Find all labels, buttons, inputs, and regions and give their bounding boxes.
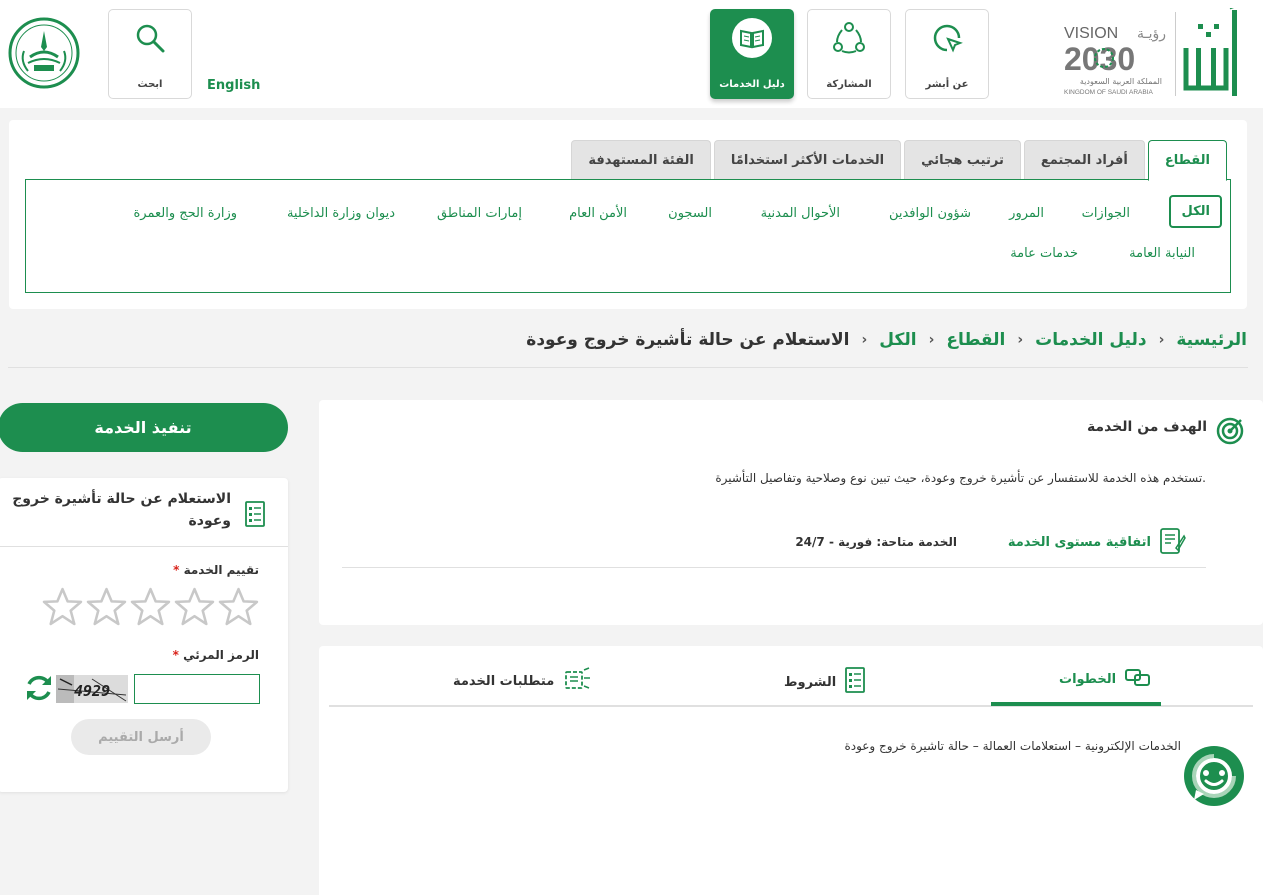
captcha-image: 4929 (56, 675, 128, 703)
svg-text:VISION: VISION (1064, 25, 1118, 42)
active-tab-indicator (991, 702, 1161, 706)
svg-text:رؤيـة: رؤيـة (1137, 26, 1166, 42)
star-icon[interactable] (174, 586, 215, 627)
captcha-label-text: الرمز المرئي (183, 648, 259, 662)
search-tile-button[interactable]: ابحث (108, 9, 192, 99)
category-tabs: القطاع أفراد المجتمع ترتيب هجائي الخدمات… (571, 140, 1227, 181)
tab-community-members[interactable]: أفراد المجتمع (1023, 140, 1145, 180)
refresh-captcha-icon[interactable] (24, 672, 54, 708)
category-regional-emirates[interactable]: إمارات المناطق (437, 206, 522, 221)
star-icon[interactable] (42, 586, 83, 627)
required-mark: * (172, 648, 179, 662)
star-icon[interactable] (130, 586, 171, 627)
search-tile-label: ابحث (137, 79, 163, 90)
book-icon (711, 18, 793, 58)
breadcrumb-divider (8, 367, 1248, 368)
pointer-icon (906, 18, 988, 58)
category-passports[interactable]: الجوازات (1082, 206, 1130, 221)
target-icon (1215, 416, 1245, 450)
category-panel: القطاع أفراد المجتمع ترتيب هجائي الخدمات… (9, 120, 1247, 309)
services-guide-tile-label: دليل الخدمات (719, 79, 785, 90)
svg-text:2030: 2030 (1064, 41, 1135, 77)
rating-label-text: تقييم الخدمة (183, 563, 259, 577)
breadcrumb-services-guide[interactable]: دليل الخدمات (1035, 330, 1146, 350)
tab-sector[interactable]: القطاع (1147, 140, 1227, 181)
category-civil-affairs[interactable]: الأحوال المدنية (761, 206, 840, 221)
absher-logo[interactable] (1176, 2, 1242, 100)
send-rating-button[interactable]: أرسل التقييم (71, 719, 211, 755)
availability-text: الخدمة متاحة: فورية - 24/7 (795, 535, 957, 549)
goal-divider (342, 567, 1206, 568)
sla-document-icon (1158, 526, 1186, 560)
about-absher-tile-label: عن أبشر (925, 79, 969, 90)
category-moi-diwan[interactable]: ديوان وزارة الداخلية (287, 206, 395, 221)
requirements-icon (562, 666, 592, 696)
category-traffic[interactable]: المرور (1009, 206, 1044, 221)
english-language-link[interactable]: English (207, 78, 260, 93)
breadcrumb-sector[interactable]: القطاع (946, 330, 1005, 350)
rating-card-title: الاستعلام عن حالة تأشيرة خروج وعودة (12, 491, 231, 529)
tab-most-used[interactable]: الخدمات الأكثر استخدامًا (713, 140, 902, 180)
steps-content: الخدمات الإلكترونية – استعلامات العمالة … (844, 739, 1181, 753)
star-rating[interactable] (42, 586, 259, 627)
top-header: ابحث English دليل الخدمات المشاركة عن أب… (0, 0, 1263, 108)
vision-2030-logo: VISION رؤيـة 2030 المملكة العربية السعود… (1062, 16, 1172, 98)
category-prisons[interactable]: السجون (668, 206, 712, 221)
checklist-icon (244, 500, 266, 532)
captcha-label: الرمز المرئي * (173, 648, 259, 662)
participation-tile-button[interactable]: المشاركة (807, 9, 891, 99)
svg-text:المملكة العربية السعودية: المملكة العربية السعودية (1080, 77, 1162, 86)
tab-conditions[interactable]: الشروط (784, 666, 866, 698)
tab-alphabetical[interactable]: ترتيب هجائي (904, 140, 1021, 180)
svg-text:KINGDOM OF SAUDI ARABIA: KINGDOM OF SAUDI ARABIA (1064, 89, 1154, 96)
category-public-prosecution[interactable]: النيابة العامة (1129, 246, 1195, 261)
star-icon[interactable] (86, 586, 127, 627)
goal-description: تستخدم هذه الخدمة للاستفسار عن تأشيرة خر… (715, 471, 1206, 485)
star-icon[interactable] (218, 586, 259, 627)
tab-requirements-label: متطلبات الخدمة (453, 673, 555, 689)
breadcrumb-separator: › (928, 332, 935, 348)
tab-conditions-label: الشروط (784, 674, 837, 690)
steps-icon (1124, 666, 1152, 692)
service-details-card: الخطوات الشروط متطلبات الخدمة الخدمات ال… (319, 646, 1263, 895)
breadcrumb: الرئيسية › دليل الخدمات › القطاع › الكل … (526, 330, 1247, 350)
breadcrumb-home[interactable]: الرئيسية (1176, 330, 1247, 350)
breadcrumb-current: الاستعلام عن حالة تأشيرة خروج وعودة (526, 330, 850, 350)
ministry-emblem-logo[interactable] (8, 17, 80, 89)
svg-text:4929: 4929 (74, 682, 110, 700)
breadcrumb-separator: › (1158, 332, 1165, 348)
tab-steps[interactable]: الخطوات (1059, 666, 1152, 692)
chatbot-icon (1185, 747, 1243, 805)
rating-card-divider (0, 546, 288, 547)
breadcrumb-separator: › (861, 332, 868, 348)
services-guide-tile-button[interactable]: دليل الخدمات (710, 9, 794, 99)
participation-tile-label: المشاركة (826, 79, 872, 90)
tab-steps-label: الخطوات (1059, 671, 1117, 687)
chatbot-button[interactable] (1184, 746, 1244, 806)
category-expatriates[interactable]: شؤون الوافدين (889, 206, 971, 221)
required-mark: * (173, 563, 180, 577)
participation-icon (808, 18, 890, 58)
execute-service-button[interactable]: تنفيذ الخدمة (0, 403, 288, 452)
breadcrumb-all[interactable]: الكل (879, 330, 916, 350)
category-all[interactable]: الكل (1169, 195, 1222, 228)
category-public-security[interactable]: الأمن العام (569, 206, 627, 221)
about-absher-tile-button[interactable]: عن أبشر (905, 9, 989, 99)
service-goal-card: الهدف من الخدمة تستخدم هذه الخدمة للاستف… (319, 400, 1263, 625)
rating-label: تقييم الخدمة * (173, 563, 259, 577)
checklist-icon (844, 666, 866, 698)
category-general-services[interactable]: خدمات عامة (1010, 246, 1078, 261)
goal-title: الهدف من الخدمة (1086, 419, 1207, 435)
captcha-input[interactable] (134, 674, 260, 704)
category-hajj-umrah[interactable]: وزارة الحج والعمرة (134, 206, 238, 221)
rating-card: الاستعلام عن حالة تأشيرة خروج وعودة تقيي… (0, 478, 288, 792)
tab-requirements[interactable]: متطلبات الخدمة (453, 666, 592, 696)
category-list: الكل الجوازات المرور شؤون الوافدين الأحو… (25, 179, 1231, 293)
tab-target-group[interactable]: الفئة المستهدفة (571, 140, 711, 180)
search-icon (109, 18, 191, 58)
sla-link[interactable]: اتفاقية مستوى الخدمة (1008, 535, 1151, 550)
breadcrumb-separator: › (1017, 332, 1024, 348)
